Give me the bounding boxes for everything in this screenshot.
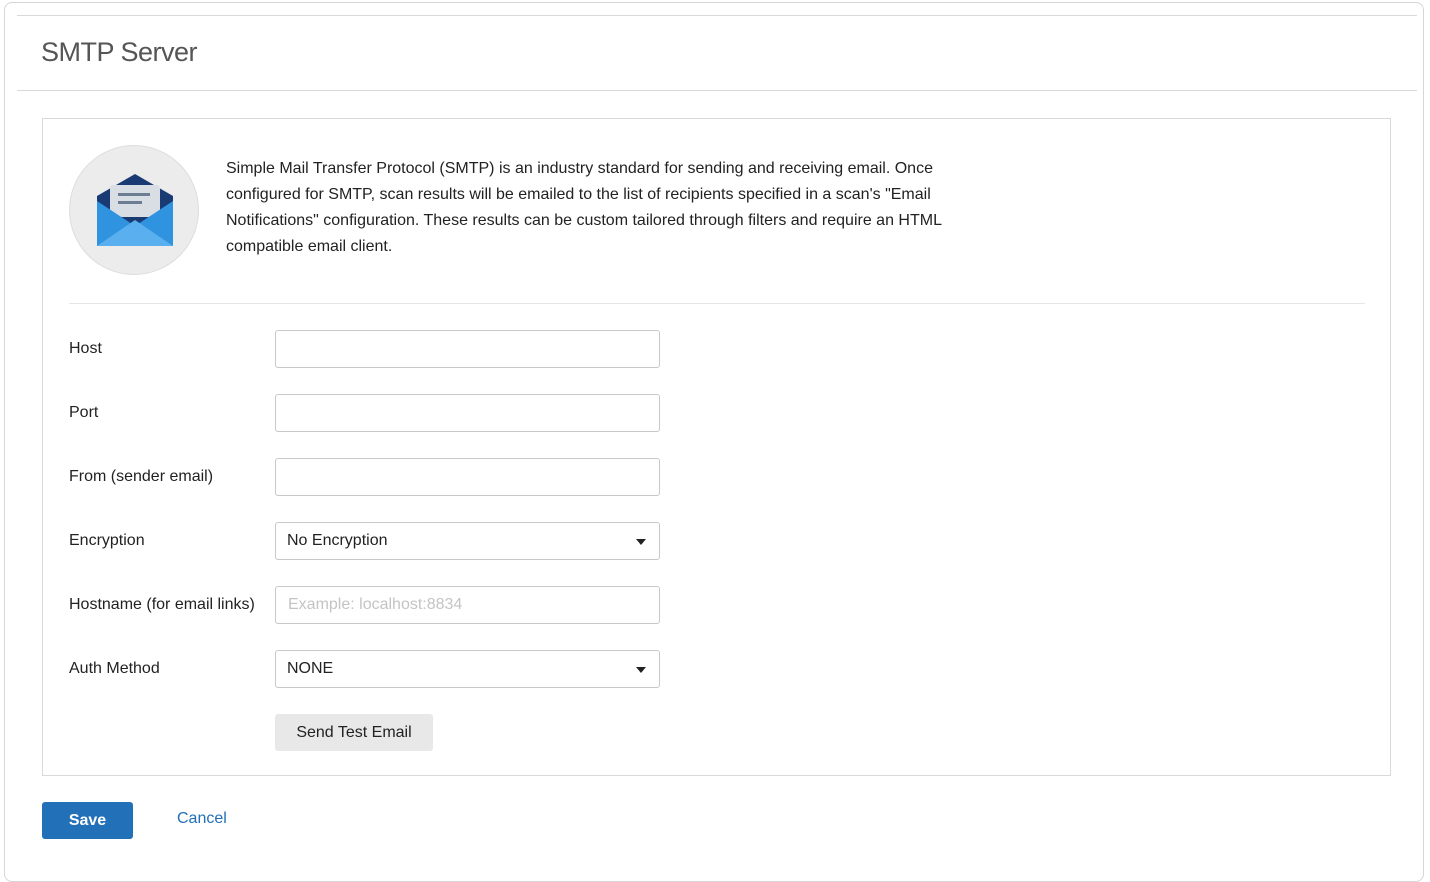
smtp-settings-panel: Simple Mail Transfer Protocol (SMTP) is … — [42, 118, 1391, 776]
from-row: From (sender email) — [69, 458, 669, 498]
from-label: From (sender email) — [69, 468, 214, 485]
save-button[interactable]: Save — [42, 802, 133, 839]
smtp-intro: Simple Mail Transfer Protocol (SMTP) is … — [69, 145, 1365, 304]
settings-window: SMTP Server Simple Mail Transfer Protoco… — [4, 2, 1424, 882]
from-email-input[interactable] — [275, 458, 660, 496]
hostname-row: Hostname (for email links) — [69, 586, 669, 626]
cancel-link[interactable]: Cancel — [177, 810, 227, 828]
encryption-selected-value: No Encryption — [287, 532, 388, 549]
encryption-select[interactable]: No Encryption — [275, 522, 660, 560]
port-row: Port — [69, 394, 669, 434]
page-header: SMTP Server — [17, 15, 1417, 91]
auth-method-label: Auth Method — [69, 660, 160, 677]
auth-method-select[interactable]: NONE — [275, 650, 660, 688]
auth-method-row: Auth Method NONE — [69, 650, 669, 690]
host-input[interactable] — [275, 330, 660, 368]
port-input[interactable] — [275, 394, 660, 432]
page-title: SMTP Server — [41, 37, 198, 67]
auth-method-selected-value: NONE — [287, 660, 334, 677]
smtp-description: Simple Mail Transfer Protocol (SMTP) is … — [226, 160, 942, 255]
port-label: Port — [69, 404, 99, 421]
caret-down-icon — [636, 539, 646, 545]
host-row: Host — [69, 330, 669, 370]
email-badge — [69, 145, 199, 275]
encryption-row: Encryption No Encryption — [69, 522, 669, 562]
caret-down-icon — [636, 667, 646, 673]
host-label: Host — [69, 340, 102, 357]
send-test-email-button[interactable]: Send Test Email — [275, 714, 433, 751]
envelope-icon — [97, 174, 173, 246]
encryption-label: Encryption — [69, 532, 145, 549]
hostname-label: Hostname (for email links) — [69, 596, 255, 613]
hostname-input[interactable] — [275, 586, 660, 624]
